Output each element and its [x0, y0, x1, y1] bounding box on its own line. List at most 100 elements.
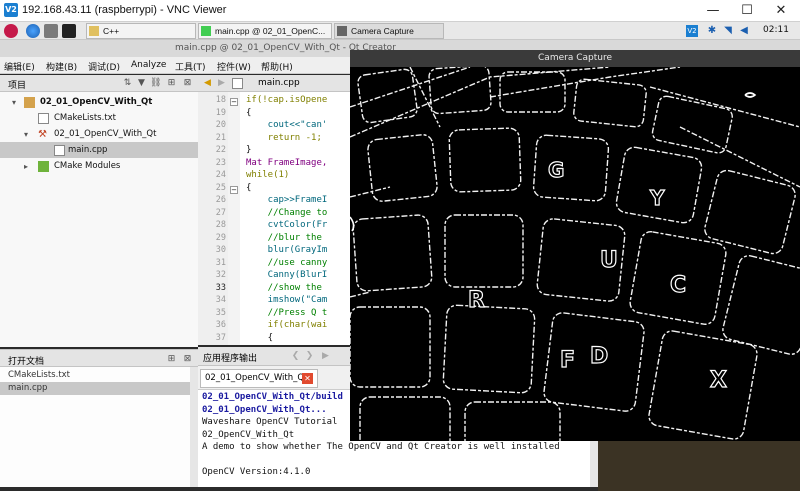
menu-tools[interactable]: 工具(T) [175, 60, 206, 73]
key-letter: C [670, 273, 686, 298]
qt-icon [201, 26, 211, 36]
line-number: 32 [215, 270, 226, 280]
expand-arrow-icon[interactable]: ▸ [24, 161, 35, 172]
raspberry-menu-icon[interactable] [4, 24, 18, 38]
code-line: //show the [246, 282, 328, 293]
vnc-logo-icon: V2 [4, 3, 18, 17]
open-documents-title: 打开文档 [8, 357, 45, 367]
output-pane-header: 应用程序输出 ❮ ❯ ▶ [198, 347, 350, 366]
output-tab[interactable]: 02_01_OpenCV_With_Qt [200, 369, 318, 388]
filter-icon[interactable]: ▼ [136, 78, 147, 89]
menu-help[interactable]: 帮助(H) [261, 60, 293, 73]
code-line: cout<<"can' [246, 120, 328, 130]
close-tab-icon[interactable]: ✕ [302, 373, 313, 384]
collapse-arrow-icon[interactable]: ▾ [24, 129, 35, 140]
output-line: 02_01_OpenCV_With_Qt... [202, 404, 327, 415]
task-qt-creator[interactable]: main.cpp @ 02_01_OpenC... [198, 23, 332, 39]
task-folder[interactable]: C++ [86, 23, 196, 39]
output-tab-bar: 02_01_OpenCV_With_Qt ✕ [198, 366, 350, 390]
tree-item-cmake-modules[interactable]: ▸ CMake Modules [0, 158, 198, 174]
close-pane-icon[interactable]: ⊠ [182, 354, 193, 365]
project-icon [24, 97, 35, 108]
cpp-file-icon [54, 145, 65, 156]
line-number: 33 [215, 282, 226, 293]
fold-toggle-icon[interactable]: − [230, 98, 238, 106]
build-target-icon: ⚒ [38, 129, 47, 140]
prev-icon[interactable]: ❮ [290, 351, 301, 362]
cmake-modules-icon [38, 161, 49, 172]
menu-widgets[interactable]: 控件(W) [217, 60, 251, 73]
project-tree: ▾ 02_01_OpenCV_With_Qt CMakeLists.txt ▾ … [0, 92, 198, 347]
maximize-button[interactable]: ☐ [730, 0, 764, 22]
wifi-icon[interactable]: ◥ [722, 25, 734, 37]
window-icon [337, 26, 347, 36]
code-line: return -1; [246, 132, 322, 143]
tree-item-main-cpp[interactable]: main.cpp [0, 142, 198, 158]
desktop-background [598, 441, 800, 491]
bluetooth-icon[interactable]: ✱ [706, 25, 718, 37]
camera-window-title-bar: Camera Capture [350, 50, 800, 67]
collapse-arrow-icon[interactable]: ▾ [12, 97, 23, 108]
back-arrow-icon[interactable]: ◀ [202, 78, 213, 89]
browser-icon[interactable] [26, 24, 40, 38]
minimize-button[interactable]: — [696, 0, 730, 22]
tree-item-project[interactable]: ▾ 02_01_OpenCV_With_Qt [0, 94, 198, 110]
menu-build[interactable]: 构建(B) [46, 60, 77, 73]
sort-icon[interactable]: ⇅ [122, 78, 133, 89]
run-icon[interactable]: ▶ [320, 351, 331, 362]
tree-item-target[interactable]: ▾ ⚒ 02_01_OpenCV_With_Qt [0, 126, 198, 142]
code-editor[interactable]: if(!cap.isOpene { cout<<"can' return -1;}… [240, 92, 350, 345]
link-icon[interactable]: ⛓ [150, 78, 161, 89]
line-number: 18 [215, 95, 226, 105]
terminal-icon[interactable] [62, 24, 76, 38]
line-number: 36 [215, 320, 226, 330]
code-line: if(!cap.isOpene [246, 95, 328, 105]
code-line: //use canny [246, 257, 328, 268]
open-documents-scrollbar[interactable] [190, 367, 198, 487]
task-camera-capture[interactable]: Camera Capture [334, 23, 444, 39]
close-pane-icon[interactable]: ⊠ [182, 78, 193, 89]
code-line: { [246, 332, 274, 343]
code-line: //Press Q t [246, 307, 328, 318]
output-line: A demo to show whether The OpenCV and Qt… [202, 442, 560, 452]
output-line: OpenCV Version:4.1.0 [202, 467, 311, 477]
key-letter: X [710, 368, 727, 393]
line-number: 27 [215, 207, 226, 218]
key-letter: F [560, 348, 575, 373]
code-line: { [246, 107, 252, 118]
menu-analyze[interactable]: Analyze [131, 60, 166, 70]
split-icon[interactable]: ⊞ [166, 78, 177, 89]
close-button[interactable]: ✕ [764, 0, 798, 22]
code-line: cap>>FrameI [246, 195, 328, 205]
tree-item-cmakelists[interactable]: CMakeLists.txt [0, 110, 198, 126]
vnc-title-bar: V2 192.168.43.11 (raspberrypi) - VNC Vie… [0, 0, 800, 22]
output-line: Waveshare OpenCV Tutorial [202, 417, 338, 427]
key-letter: Y [649, 186, 665, 210]
key-letter: D [590, 344, 608, 369]
menu-debug[interactable]: 调试(D) [88, 60, 120, 73]
project-pane-header: 项目 ⇅ ▼ ⛓ ⊞ ⊠ [0, 75, 198, 92]
line-number: 23 [215, 157, 226, 168]
editor-toolbar: ◀ ▶ main.cpp [198, 75, 350, 92]
menu-edit[interactable]: 编辑(E) [4, 60, 35, 73]
volume-icon[interactable]: ◀ [738, 25, 750, 37]
line-number: 22 [215, 145, 226, 155]
vnc-title: 192.168.43.11 (raspberrypi) - VNC Viewer [22, 4, 227, 16]
clock: 02:11 [763, 25, 789, 35]
open-doc-item[interactable]: CMakeLists.txt [0, 369, 190, 382]
folder-icon [89, 26, 99, 36]
open-doc-item[interactable]: main.cpp [0, 382, 190, 395]
key-letter: G [548, 158, 564, 182]
output-pane-title: 应用程序输出 [203, 354, 258, 364]
editor-file-tab[interactable]: main.cpp [258, 78, 300, 88]
line-number: 26 [215, 195, 226, 205]
vnc-tray-icon[interactable]: V2 [686, 25, 698, 37]
split-icon[interactable]: ⊞ [166, 354, 177, 365]
file-manager-icon[interactable] [44, 24, 58, 38]
forward-arrow-icon[interactable]: ▶ [216, 78, 227, 89]
code-line: while(1) [246, 170, 290, 180]
output-line: 02_01_OpenCV_With_Qt/build [202, 392, 343, 402]
fold-toggle-icon[interactable]: − [230, 185, 238, 194]
output-line: 02_OpenCV_With_Qt [202, 429, 295, 440]
next-icon[interactable]: ❯ [304, 351, 315, 362]
